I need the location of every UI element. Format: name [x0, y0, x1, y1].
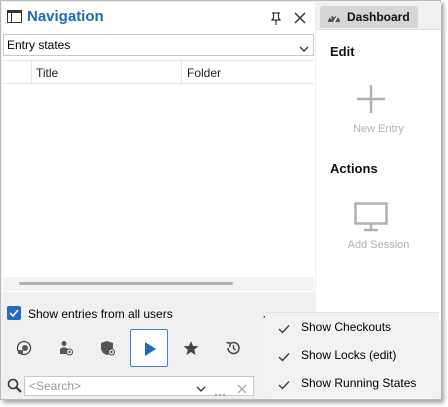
- favorites-button[interactable]: [172, 329, 210, 367]
- chevron-down-icon[interactable]: [196, 381, 206, 399]
- new-entry-label[interactable]: New Entry: [316, 123, 441, 135]
- user-locks-filter-icon: [60, 341, 73, 356]
- grid-header: Title Folder: [3, 60, 314, 84]
- menu-item-label: Show Running States: [301, 376, 417, 390]
- shield-locks-filter-icon: [101, 341, 115, 356]
- column-title[interactable]: Title: [36, 66, 58, 80]
- menu-item-show-running-states[interactable]: Show Running States: [265, 369, 439, 397]
- horizontal-scrollbar[interactable]: [3, 277, 314, 291]
- menu-item-label: Show Checkouts: [301, 320, 392, 334]
- user-locks-filter-button[interactable]: [47, 329, 85, 367]
- column-folder[interactable]: Folder: [187, 66, 221, 80]
- dashboard-tab-label: Dashboard: [347, 10, 410, 24]
- show-all-users-label[interactable]: Show entries from all users: [28, 307, 173, 321]
- menu-item-show-checkouts[interactable]: Show Checkouts: [265, 313, 439, 341]
- window-icon: [7, 10, 22, 28]
- monitor-icon[interactable]: [354, 202, 388, 237]
- search-input[interactable]: <Search>: [24, 376, 254, 396]
- entry-filter-value: Entry states: [7, 38, 71, 52]
- running-states-button[interactable]: [130, 329, 168, 367]
- ellipsis-icon[interactable]: [214, 384, 226, 402]
- search-icon: [7, 378, 23, 399]
- edit-section-title: Edit: [330, 44, 355, 59]
- search-placeholder: <Search>: [29, 379, 82, 393]
- actions-section-title: Actions: [330, 161, 378, 176]
- checkouts-filter-button[interactable]: [5, 329, 43, 367]
- plus-icon[interactable]: [356, 84, 386, 119]
- history-button[interactable]: [214, 329, 252, 367]
- navigation-header: Navigation: [2, 2, 315, 33]
- add-session-label[interactable]: Add Session: [316, 239, 441, 251]
- clear-search-icon[interactable]: [237, 381, 247, 399]
- chevron-down-icon: [299, 40, 309, 58]
- column-separator: [31, 61, 32, 84]
- checkmark-icon: [278, 349, 290, 367]
- show-all-users-checkbox[interactable]: [7, 306, 21, 320]
- checkouts-filter-icon: [16, 340, 32, 356]
- play-icon: [145, 342, 156, 356]
- application-window: Navigation Entry states Title Folder Sho…: [0, 0, 441, 400]
- menu-item-show-locks[interactable]: Show Locks (edit): [265, 341, 439, 369]
- star-icon: [183, 341, 199, 355]
- shield-locks-filter-button[interactable]: [89, 329, 127, 367]
- entry-filter-dropdown[interactable]: Entry states: [3, 34, 314, 56]
- close-icon[interactable]: [292, 10, 308, 26]
- dashboard-body: Edit New Entry Actions Add Session: [316, 29, 441, 320]
- pin-icon[interactable]: [268, 10, 284, 26]
- tab-dashboard[interactable]: Dashboard: [320, 6, 418, 28]
- menu-item-label: Show Locks (edit): [301, 348, 397, 362]
- checkmark-icon: [278, 377, 290, 395]
- history-icon: [226, 341, 240, 355]
- scrollbar-thumb[interactable]: [19, 282, 233, 285]
- column-separator: [181, 61, 182, 84]
- dashboard-icon: [327, 11, 341, 29]
- context-menu: Show Checkouts Show Locks (edit) Show Ru…: [265, 312, 439, 399]
- navigation-title: Navigation: [27, 8, 104, 25]
- checkmark-icon: [278, 321, 290, 339]
- entries-grid: Title Folder: [3, 60, 314, 292]
